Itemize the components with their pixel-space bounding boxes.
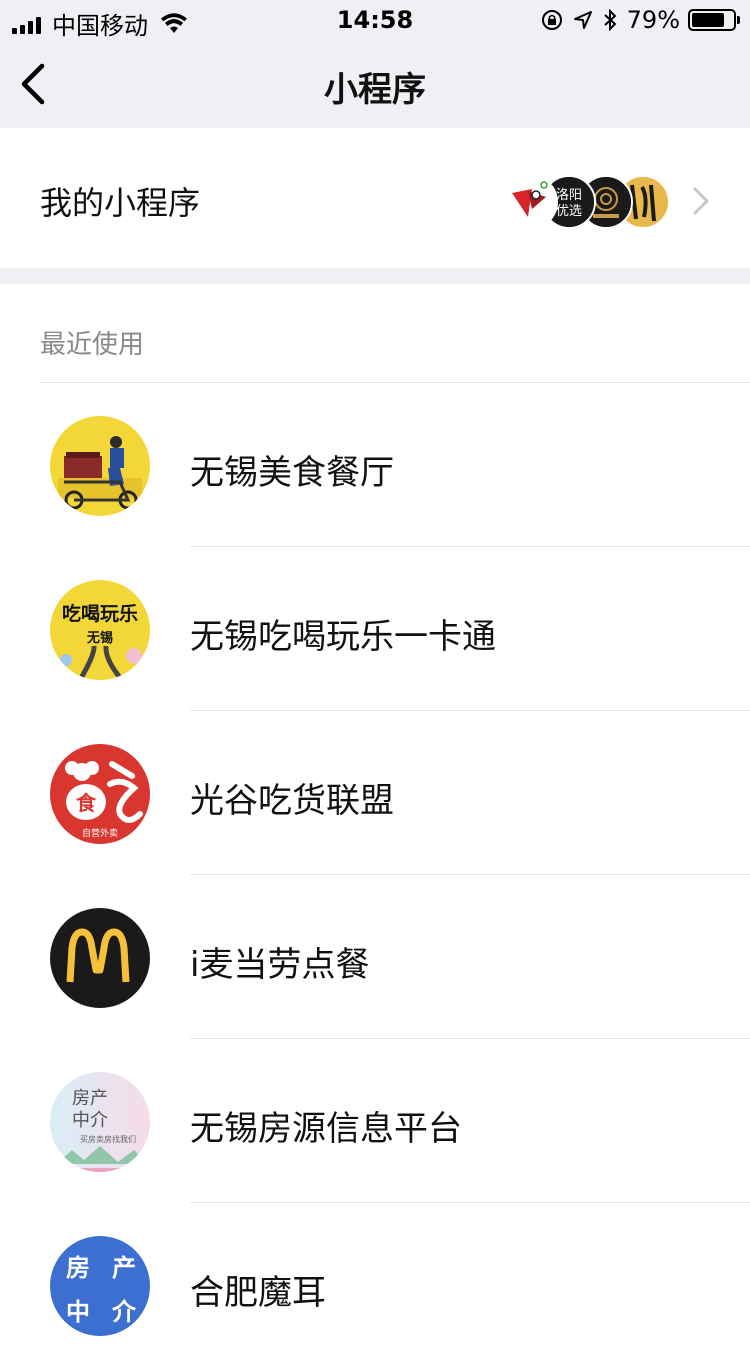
recent-item-guanggu[interactable]: 食 自营外卖 光谷吃货联盟 (0, 711, 750, 875)
luoyang-line1: 洛阳 (556, 188, 582, 203)
icon-text: 介 (111, 1298, 137, 1326)
rotation-lock-icon (541, 10, 562, 30)
location-icon (573, 11, 592, 29)
recent-item-wuxi-food[interactable]: 无锡美食餐厅 (0, 383, 750, 547)
icon-text: 房产 (72, 1088, 108, 1109)
battery-percent: 79% (626, 6, 680, 34)
page-title: 小程序 (324, 70, 426, 110)
house-agency-blue-icon: 房 产 中 介 (50, 1236, 150, 1336)
chevron-right-icon (693, 187, 709, 215)
icon-text: 自营外卖 (82, 827, 118, 839)
house-agent-icon: 房产 中介 买房卖房找我们 (50, 1072, 150, 1172)
icon-text: 无锡 (86, 630, 113, 646)
recent-item-label: 无锡房源信息平台 (190, 1109, 462, 1149)
icon-text: 买房卖房找我们 (80, 1134, 136, 1144)
icon-text: 中介 (72, 1110, 108, 1131)
luoyang-line2: 优选 (556, 204, 582, 219)
recent-item-hefei-moer[interactable]: 房 产 中 介 合肥魔耳 (0, 1203, 750, 1367)
recent-item-mcdonalds[interactable]: i麦当劳点餐 (0, 875, 750, 1039)
my-programs-avatar-stack: 洛阳 优选 (504, 175, 674, 229)
navigation-bar: 小程序 (0, 40, 750, 128)
icon-text: 产 (112, 1254, 136, 1282)
my-mini-programs-row[interactable]: 我的小程序 洛阳 优选 (0, 132, 750, 268)
icon-text: 吃喝玩乐 (62, 602, 138, 625)
recent-item-label: 无锡美食餐厅 (190, 453, 394, 493)
recent-section-title: 最近使用 (40, 330, 145, 360)
icon-text: 食 (76, 791, 97, 815)
battery-icon (688, 9, 740, 31)
status-bar: 中国移动 14:58 79% (0, 0, 750, 40)
recent-item-label: 合肥魔耳 (190, 1273, 326, 1313)
status-right: 79% (531, 6, 740, 34)
bluetooth-icon (603, 9, 617, 31)
recent-item-label: 无锡吃喝玩乐一卡通 (190, 617, 496, 657)
section-gap (0, 268, 750, 284)
recent-item-label: i麦当劳点餐 (190, 945, 370, 985)
icon-text: 中 (66, 1298, 90, 1326)
recent-item-wuxi-card[interactable]: 吃喝玩乐 无锡 无锡吃喝玩乐一卡通 (0, 547, 750, 711)
food-delivery-icon (50, 416, 150, 516)
bird-avatar (504, 175, 558, 229)
my-mini-programs-label: 我的小程序 (40, 184, 201, 222)
chihe-wanle-icon: 吃喝玩乐 无锡 (50, 580, 150, 680)
recent-item-wuxi-house[interactable]: 房产 中介 买房卖房找我们 无锡房源信息平台 (0, 1039, 750, 1203)
mcdonalds-icon (50, 908, 150, 1008)
icon-text: 房 (66, 1254, 90, 1282)
recent-item-label: 光谷吃货联盟 (190, 781, 394, 821)
chef-icon: 食 自营外卖 (50, 744, 150, 844)
